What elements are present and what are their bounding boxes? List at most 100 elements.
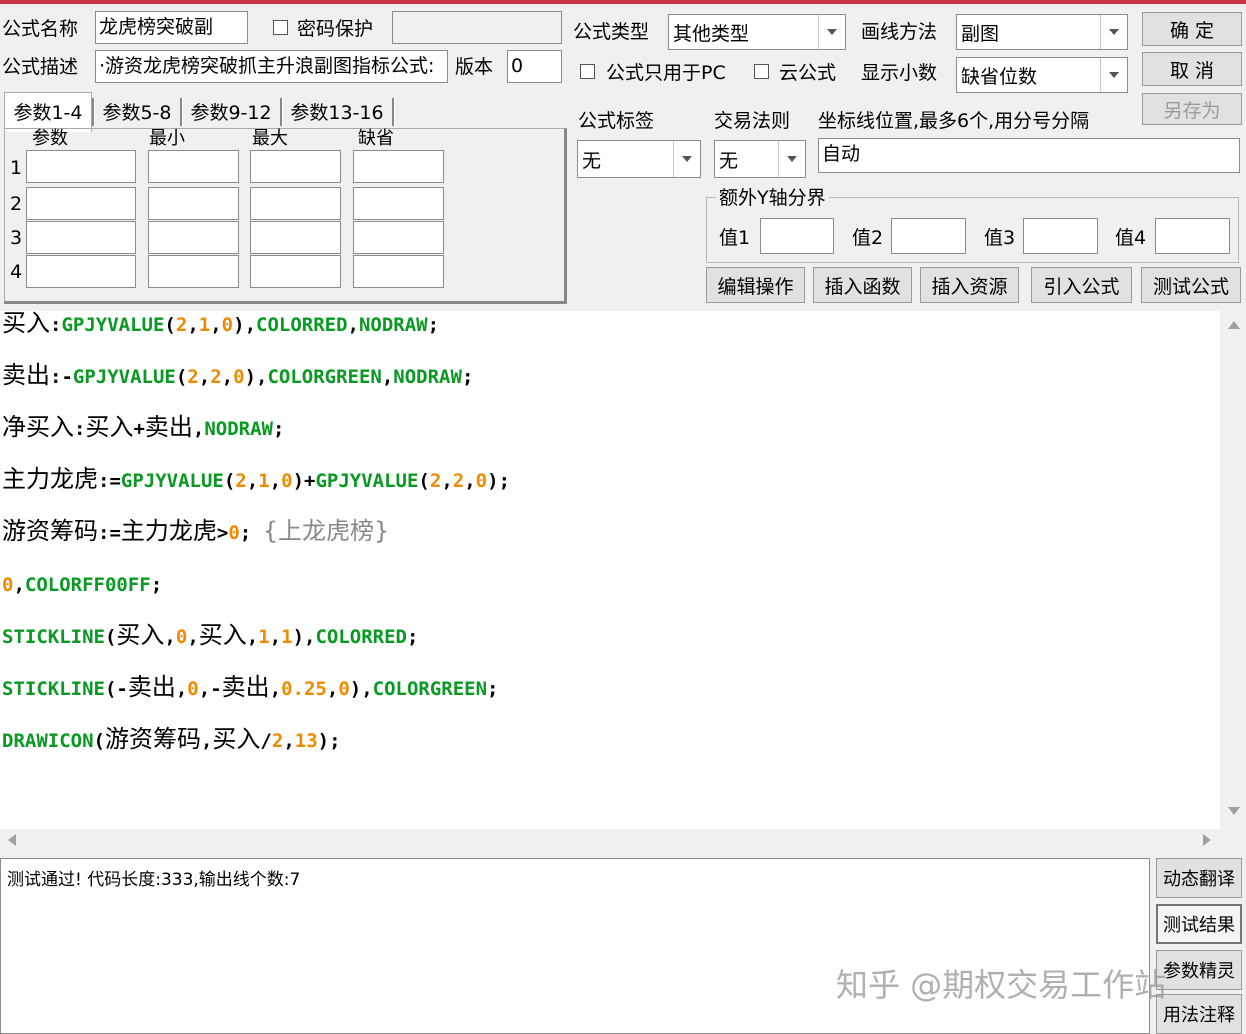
code-token: 0 (233, 366, 245, 388)
insert-resource-button[interactable]: 插入资源 (920, 267, 1019, 303)
param-4-max-input[interactable] (250, 255, 341, 288)
param-header-max: 最大 (252, 128, 288, 149)
insert-function-button[interactable]: 插入函数 (813, 267, 912, 303)
code-token: 1 (281, 626, 293, 648)
param-4-default-input[interactable] (353, 255, 444, 288)
scroll-up-icon[interactable] (1228, 321, 1240, 329)
param-wizard-button[interactable]: 参数精灵 (1156, 950, 1242, 990)
code-token: ); (317, 730, 341, 752)
code-token: ( (223, 470, 236, 492)
chevron-down-icon[interactable] (673, 141, 700, 177)
pc-only-label: 公式只用于PC (606, 62, 726, 84)
code-token: , (13, 574, 25, 596)
code-token: 0 (175, 626, 188, 648)
extra-y-value2-input[interactable] (891, 218, 966, 254)
param-header-default: 缺省 (358, 128, 394, 149)
vertical-scrollbar[interactable] (1222, 311, 1246, 829)
param-4-name-input[interactable] (26, 255, 136, 288)
chevron-down-icon[interactable] (1100, 58, 1127, 92)
param-2-max-input[interactable] (250, 187, 341, 220)
code-editor[interactable]: 买入:GPJYVALUE(2,1,0),COLORRED,NODRAW; 卖出:… (0, 311, 1220, 829)
param-1-min-input[interactable] (148, 150, 239, 183)
code-token: , (210, 314, 222, 336)
tab-divider (280, 98, 283, 126)
code-token: : (50, 314, 62, 336)
decimals-select[interactable]: 缺省位数 (956, 57, 1128, 93)
extra-y-axis-title: 额外Y轴分界 (716, 186, 829, 210)
param-1-max-input[interactable] (250, 150, 341, 183)
confirm-button[interactable]: 确 定 (1142, 12, 1242, 46)
param-4-min-input[interactable] (148, 255, 239, 288)
param-header-min: 最小 (149, 128, 185, 149)
code-token: 2 (429, 470, 442, 492)
code-line: 买入:GPJYVALUE(2,1,0),COLORRED,NODRAW; (2, 311, 439, 340)
formula-type-select[interactable]: 其他类型 (668, 14, 846, 50)
param-2-default-input[interactable] (353, 187, 444, 220)
chevron-down-icon[interactable] (778, 141, 805, 177)
pc-only-checkbox[interactable] (580, 64, 595, 79)
formula-type-label: 公式类型 (573, 21, 650, 43)
tab-params-9-12[interactable]: 参数9-12 (185, 94, 277, 128)
code-token: , (246, 626, 259, 648)
axis-input[interactable]: 自动 (818, 138, 1240, 173)
trade-rule-label: 交易法则 (714, 110, 791, 132)
save-as-button[interactable]: 另存为 (1142, 93, 1242, 125)
extra-y-value3-input[interactable] (1023, 218, 1098, 254)
param-3-max-input[interactable] (250, 221, 341, 254)
param-3-min-input[interactable] (148, 221, 239, 254)
formula-desc-input[interactable]: ·游资龙虎榜突破抓主升浪副图指标公式: (95, 50, 448, 83)
code-token: 13 (294, 730, 318, 752)
tab-params-13-16[interactable]: 参数13-16 (284, 94, 390, 128)
edit-operation-button[interactable]: 编辑操作 (706, 267, 805, 303)
trade-rule-select[interactable]: 无 (714, 140, 806, 178)
password-checkbox[interactable] (273, 20, 288, 35)
param-header-name: 参数 (32, 128, 68, 149)
test-result-button[interactable]: 测试结果 (1156, 904, 1242, 944)
horizontal-scrollbar[interactable] (0, 829, 1222, 851)
code-token: 0 (221, 314, 234, 336)
draw-method-select[interactable]: 副图 (956, 14, 1128, 50)
code-line: 净买入:买入+卖出,NODRAW; (2, 412, 284, 444)
param-1-name-input[interactable] (26, 150, 136, 183)
tag-select[interactable]: 无 (577, 140, 701, 178)
code-token: ( (175, 366, 188, 388)
tab-divider (92, 98, 95, 126)
code-token: , (198, 366, 211, 388)
code-token: COLORGREEN (267, 366, 382, 388)
code-token: ( (93, 730, 105, 752)
version-input[interactable]: 0 (507, 50, 562, 83)
param-2-min-input[interactable] (148, 187, 239, 220)
test-output-panel[interactable]: 测试通过! 代码长度:333,输出线个数:7 (0, 858, 1150, 1034)
tab-params-1-4[interactable]: 参数1-4 (6, 94, 90, 128)
scroll-right-icon[interactable] (1203, 834, 1211, 846)
code-token: , (441, 470, 453, 492)
dynamic-translate-button[interactable]: 动态翻译 (1156, 858, 1242, 898)
param-3-default-input[interactable] (353, 221, 444, 254)
cancel-button[interactable]: 取 消 (1142, 52, 1242, 86)
formula-name-input[interactable]: 龙虎榜突破副 (95, 11, 248, 44)
param-1-default-input[interactable] (353, 150, 444, 183)
param-row-number: 2 (10, 193, 23, 215)
code-token: , (269, 470, 282, 492)
test-formula-button[interactable]: 测试公式 (1141, 267, 1241, 303)
chevron-down-icon[interactable] (818, 15, 845, 49)
code-token: 0 (281, 470, 293, 492)
tab-params-5-8[interactable]: 参数5-8 (96, 94, 178, 128)
import-formula-button[interactable]: 引入公式 (1031, 267, 1132, 303)
chevron-down-icon[interactable] (1100, 15, 1127, 49)
scroll-left-icon[interactable] (8, 834, 16, 846)
code-token: :- (50, 366, 73, 388)
password-input[interactable] (392, 11, 562, 44)
tag-label: 公式标签 (578, 110, 655, 132)
extra-y-value4-input[interactable] (1155, 218, 1230, 254)
code-token: , (464, 470, 476, 492)
extra-y-value1-input[interactable] (760, 218, 834, 254)
usage-notes-button[interactable]: 用法注释 (1156, 994, 1242, 1034)
cloud-checkbox[interactable] (754, 64, 769, 79)
code-token: 2 (452, 470, 465, 492)
param-2-name-input[interactable] (26, 187, 136, 220)
code-token: 1 (258, 626, 270, 648)
param-3-name-input[interactable] (26, 221, 136, 254)
formula-type-value: 其他类型 (673, 22, 750, 45)
scroll-down-icon[interactable] (1228, 807, 1240, 815)
